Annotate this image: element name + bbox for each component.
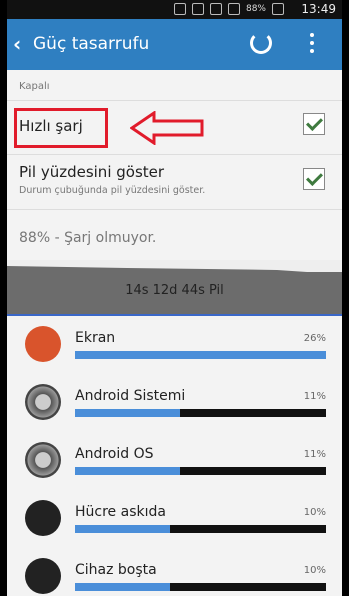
cell-standby-icon xyxy=(25,500,61,536)
app-row-cihaz-bosta[interactable]: Cihaz boşta 10% xyxy=(7,549,342,596)
status-icons: 88% xyxy=(173,3,284,15)
power-saving-mode-value: Kapalı xyxy=(19,81,50,92)
battery-percent: 88% xyxy=(245,4,266,14)
battery-status: 88% - Şarj olmuyor. xyxy=(19,230,157,246)
app-row-hucre-askida[interactable]: Hücre askıda 10% xyxy=(7,491,342,549)
app-percent: 10% xyxy=(303,507,326,518)
fast-charge-checkbox[interactable] xyxy=(303,113,325,135)
battery-graph-line xyxy=(7,260,342,272)
device-idle-icon xyxy=(25,558,61,594)
usage-bar-fill xyxy=(75,409,181,417)
app-name: Ekran xyxy=(75,330,116,346)
app-name: Android Sistemi xyxy=(75,388,186,404)
app-percent: 11% xyxy=(303,449,326,460)
app-row-android-sistemi[interactable]: Android Sistemi 11% xyxy=(7,375,342,433)
annotation-highlight-box xyxy=(14,108,108,148)
back-icon[interactable]: ‹ xyxy=(13,32,21,56)
usage-bar xyxy=(75,351,326,359)
phone-screen: 88% 13:49 ‹ Güç tasarrufu Kapalı Hızlı ş… xyxy=(7,0,342,596)
battery-icon xyxy=(272,3,284,15)
app-percent: 11% xyxy=(303,391,326,402)
app-row-ekran[interactable]: Ekran 26% xyxy=(7,317,342,375)
battery-percent-label: Pil yüzdesini göster xyxy=(19,163,165,181)
app-name: Android OS xyxy=(75,446,154,462)
app-name: Hücre askıda xyxy=(75,504,166,520)
refresh-icon[interactable] xyxy=(250,32,272,54)
screen-icon xyxy=(25,326,61,362)
signal-icon xyxy=(227,3,240,15)
divider xyxy=(7,314,342,316)
power-saving-mode-row[interactable]: Kapalı xyxy=(7,70,342,101)
overflow-menu-icon[interactable] xyxy=(310,33,314,53)
battery-percent-row[interactable]: Pil yüzdesini göster Durum çubuğunda pil… xyxy=(7,155,342,210)
android-system-icon xyxy=(25,384,61,420)
battery-graph-label: 14s 12d 44s Pil xyxy=(125,283,224,298)
wifi-icon xyxy=(209,3,222,15)
status-bar: 88% 13:49 xyxy=(7,0,342,19)
android-os-icon xyxy=(25,442,61,478)
app-name: Cihaz boşta xyxy=(75,562,157,578)
usage-bar xyxy=(75,409,326,417)
usage-bar-fill xyxy=(75,351,326,359)
battery-graph: 14s 12d 44s Pil xyxy=(7,260,342,316)
app-percent: 10% xyxy=(303,565,326,576)
action-bar: ‹ Güç tasarrufu xyxy=(7,19,342,70)
usage-bar-fill xyxy=(75,583,171,591)
usage-bar xyxy=(75,583,326,591)
battery-percent-checkbox[interactable] xyxy=(303,168,325,190)
app-row-android-os[interactable]: Android OS 11% xyxy=(7,433,342,491)
clock: 13:49 xyxy=(301,2,336,16)
alarm-icon xyxy=(191,3,204,15)
mute-icon xyxy=(173,3,186,15)
usage-bar-fill xyxy=(75,467,181,475)
app-percent: 26% xyxy=(303,333,326,344)
annotation-arrow-icon xyxy=(130,111,204,145)
usage-bar-fill xyxy=(75,525,171,533)
battery-percent-description: Durum çubuğunda pil yüzdesini göster. xyxy=(19,185,206,196)
page-title: Güç tasarrufu xyxy=(33,34,150,54)
usage-bar xyxy=(75,467,326,475)
usage-bar xyxy=(75,525,326,533)
